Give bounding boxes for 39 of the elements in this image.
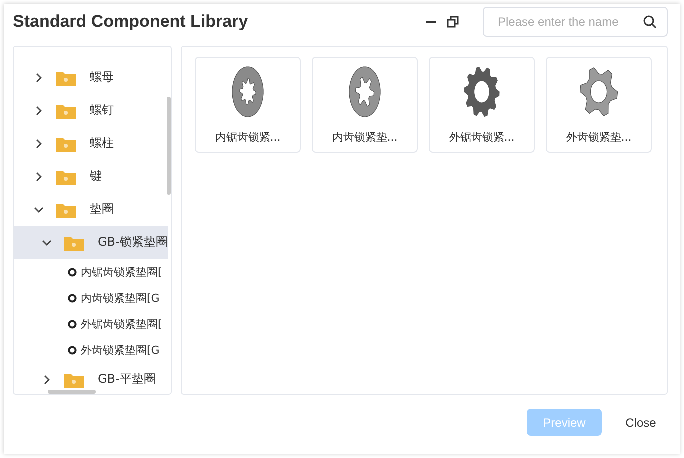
circle-icon — [68, 346, 77, 354]
chevron-icon[interactable] — [34, 138, 44, 148]
folder-icon — [56, 70, 76, 86]
chevron-icon[interactable] — [34, 72, 44, 82]
tree-item[interactable]: 内齿锁紧垫圈[G — [14, 285, 171, 311]
tree-item[interactable]: GB-锁紧垫圈 — [14, 226, 168, 259]
chevron-icon[interactable] — [34, 172, 44, 182]
search-field[interactable]: Please enter the name — [483, 7, 668, 37]
search-icon[interactable] — [643, 15, 657, 29]
restore-icon[interactable] — [447, 16, 459, 28]
scrollbar[interactable] — [167, 97, 171, 195]
folder-icon — [56, 202, 76, 218]
folder-icon — [64, 372, 84, 388]
circle-icon — [68, 320, 77, 328]
chevron-icon[interactable] — [34, 106, 44, 116]
chevron-icon[interactable] — [42, 374, 52, 384]
part-card[interactable]: 外齿锁紧垫... — [546, 57, 652, 153]
folder-icon — [56, 102, 76, 118]
folder-icon — [56, 136, 76, 152]
tree-item[interactable]: 外锯齿锁紧垫圈[ — [14, 311, 171, 337]
circle-icon — [68, 294, 77, 302]
folder-icon — [56, 168, 76, 184]
part-card[interactable]: 内锯齿锁紧... — [195, 57, 301, 153]
tree-item[interactable]: 螺母 — [14, 61, 168, 94]
chevron-icon[interactable] — [34, 204, 44, 214]
part-card[interactable]: 外锯齿锁紧... — [429, 57, 535, 153]
tree-item[interactable]: 外齿锁紧垫圈[G — [14, 337, 171, 363]
tree-item[interactable]: 垫圈 — [14, 193, 168, 226]
window-title: Standard Component Library — [13, 12, 250, 32]
circle-icon — [68, 268, 77, 276]
tree-item[interactable]: 键 — [14, 160, 168, 193]
tree-item[interactable]: GB-平垫圈 — [14, 363, 168, 394]
part-card[interactable]: 内齿锁紧垫... — [312, 57, 418, 153]
chevron-icon[interactable] — [42, 238, 52, 248]
tree-item[interactable]: 螺钉 — [14, 94, 168, 127]
tree-item[interactable]: 螺柱 — [14, 127, 168, 160]
folder-icon — [64, 234, 84, 250]
tree-item[interactable]: 内锯齿锁紧垫圈[ — [14, 259, 171, 285]
scrollbar[interactable] — [48, 390, 96, 394]
